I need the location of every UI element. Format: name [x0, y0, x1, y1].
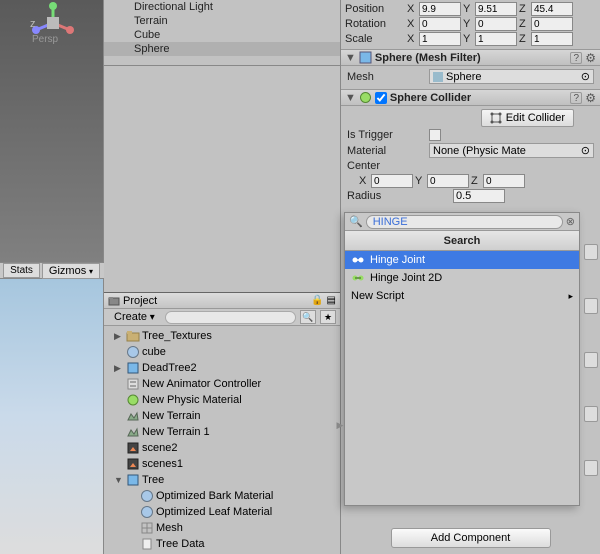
project-tree-item[interactable]: Tree Data — [104, 536, 340, 552]
clear-search-icon[interactable]: ⊗ — [566, 215, 575, 228]
collapsed-component[interactable] — [584, 406, 598, 422]
rotation-label: Rotation — [345, 18, 405, 30]
project-tree-item[interactable]: New Terrain 1 — [104, 424, 340, 440]
collapsed-component[interactable] — [584, 298, 598, 314]
help-icon[interactable]: ? — [570, 52, 582, 64]
project-tree-item[interactable]: ▶DeadTree2 — [104, 360, 340, 376]
scene-viewport[interactable]: z Persp — [0, 0, 104, 262]
search-icon: 🔍 — [349, 215, 363, 228]
gear-icon[interactable]: ⚙ — [585, 51, 596, 65]
search-result-item[interactable]: Hinge Joint — [345, 251, 579, 269]
edit-collider-icon — [490, 112, 502, 124]
hierarchy-item[interactable]: Terrain — [104, 14, 340, 28]
project-tree-item[interactable]: ▼Tree — [104, 472, 340, 488]
viewport-mode-label: Persp — [32, 34, 58, 45]
is-trigger-label: Is Trigger — [347, 129, 427, 141]
lock-icon[interactable]: 🔒 — [311, 295, 323, 306]
position-y-field[interactable] — [475, 2, 517, 16]
project-tree-item[interactable]: Mesh — [104, 520, 340, 536]
panel-title: Project — [123, 295, 308, 307]
mesh-filter-icon — [359, 51, 372, 64]
radius-label: Radius — [347, 190, 451, 202]
project-tree-item[interactable]: scenes1 — [104, 456, 340, 472]
center-label: Center — [347, 160, 427, 172]
scene-toolbar: Stats Gizmos ▾ — [0, 262, 104, 279]
position-z-field[interactable] — [531, 2, 573, 16]
component-search-popup: 🔍 ⊗ Search Hinge JointHinge Joint 2DNew … — [344, 212, 580, 506]
hierarchy-panel: Directional Light Terrain Cube Sphere — [104, 0, 340, 66]
collapse-handle-icon[interactable]: ▶ — [336, 410, 344, 440]
mesh-filter-header[interactable]: ▼ Sphere (Mesh Filter) ? ⚙ — [341, 49, 600, 66]
hierarchy-item[interactable]: Directional Light — [104, 0, 340, 14]
collapsed-component[interactable] — [584, 352, 598, 368]
project-tree-item[interactable]: cube — [104, 344, 340, 360]
collider-enable-checkbox[interactable] — [375, 92, 387, 104]
edit-collider-button[interactable]: Edit Collider — [481, 109, 574, 127]
position-label: Position — [345, 3, 405, 15]
project-tree-item[interactable]: New Physic Material — [104, 392, 340, 408]
sphere-collider-header[interactable]: ▼ Sphere Collider ? ⚙ — [341, 89, 600, 106]
position-x-field[interactable] — [419, 2, 461, 16]
project-tree-item[interactable]: Optimized Leaf Material — [104, 504, 340, 520]
rotation-x-field[interactable] — [419, 17, 461, 31]
project-tree-item[interactable]: Optimized Bark Material — [104, 488, 340, 504]
project-tree: ▶Tree_Texturescube▶DeadTree2New Animator… — [104, 326, 340, 554]
project-search-input[interactable] — [165, 311, 296, 324]
stats-button[interactable]: Stats — [3, 263, 40, 278]
mesh-label: Mesh — [347, 71, 427, 83]
center-z-field[interactable] — [483, 174, 525, 188]
project-icon — [108, 295, 120, 307]
scale-x-field[interactable] — [419, 32, 461, 46]
physic-material-field[interactable]: None (Physic Mate ⊙ — [429, 143, 594, 158]
gear-icon[interactable]: ⚙ — [585, 91, 596, 105]
scale-label: Scale — [345, 33, 405, 45]
gizmos-button[interactable]: Gizmos ▾ — [42, 263, 100, 279]
project-tree-item[interactable]: scene2 — [104, 440, 340, 456]
component-search-input[interactable] — [366, 215, 563, 229]
hierarchy-item[interactable]: Cube — [104, 28, 340, 42]
search-header: Search — [345, 231, 579, 251]
center-y-field[interactable] — [427, 174, 469, 188]
mesh-object-field[interactable]: Sphere ⊙ — [429, 69, 594, 84]
scale-z-field[interactable] — [531, 32, 573, 46]
scale-y-field[interactable] — [475, 32, 517, 46]
collapsed-component[interactable] — [584, 460, 598, 476]
favorite-button[interactable]: ★ — [320, 310, 336, 324]
svg-text:z: z — [30, 18, 36, 30]
project-panel: Project 🔒 ▤ Create ▾ 🔍 ★ ▶Tree_Texturesc… — [104, 292, 340, 554]
hierarchy-item[interactable]: Sphere — [104, 42, 340, 56]
radius-field[interactable] — [453, 189, 505, 203]
filter-button[interactable]: 🔍 — [300, 310, 316, 324]
project-tree-item[interactable]: ▶Tree_Textures — [104, 328, 340, 344]
collider-icon — [359, 91, 372, 104]
add-component-button[interactable]: Add Component — [391, 528, 551, 548]
center-x-field[interactable] — [371, 174, 413, 188]
collapsed-component[interactable] — [584, 244, 598, 260]
game-view[interactable] — [0, 279, 104, 554]
material-label: Material — [347, 145, 427, 157]
help-icon[interactable]: ? — [570, 92, 582, 104]
rotation-y-field[interactable] — [475, 17, 517, 31]
create-button[interactable]: Create ▾ — [108, 310, 161, 324]
search-result-item[interactable]: New Script▸ — [345, 287, 579, 305]
project-tree-item[interactable]: New Terrain — [104, 408, 340, 424]
project-tree-item[interactable]: New Animator Controller — [104, 376, 340, 392]
panel-menu-icon[interactable]: ▤ — [327, 295, 336, 306]
is-trigger-checkbox[interactable] — [429, 129, 441, 141]
search-result-item[interactable]: Hinge Joint 2D — [345, 269, 579, 287]
rotation-z-field[interactable] — [531, 17, 573, 31]
inspector-side-strip — [582, 236, 600, 484]
